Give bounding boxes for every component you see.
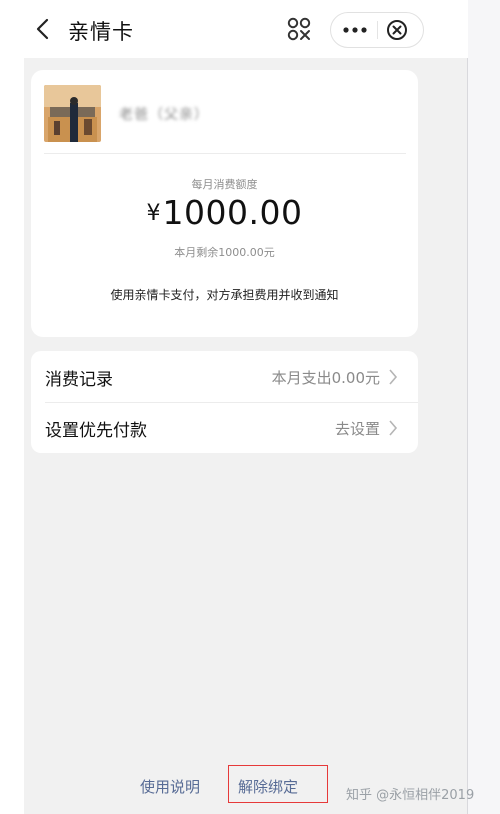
menu-item-priority-payment[interactable]: 设置优先付款 去设置 [31, 402, 418, 453]
back-button[interactable] [34, 18, 52, 40]
monthly-limit-label: 每月消费额度 [191, 178, 258, 191]
close-button[interactable] [386, 19, 408, 41]
amount-value: 1000.00 [162, 193, 303, 232]
more-button[interactable] [341, 22, 369, 38]
menu-item-value: 本月支出0.00元 [271, 369, 380, 387]
card-divider [44, 153, 406, 154]
settings-menu: 消费记录 本月支出0.00元 设置优先付款 去设置 [31, 351, 418, 453]
family-card-panel: 老爸（父亲） 每月消费额度 ¥1000.00 本月剩余1000.00元 使用亲情… [31, 70, 418, 337]
mini-program-capsule [330, 12, 424, 48]
menu-item-label: 消费记录 [45, 370, 113, 390]
highlight-box [228, 765, 328, 803]
watermark: 知乎 @永恒相伴2019 [346, 788, 475, 803]
menu-item-label: 设置优先付款 [45, 421, 147, 441]
scan-button[interactable] [284, 14, 314, 44]
monthly-limit-amount: ¥1000.00 [31, 193, 418, 232]
left-margin-strip [0, 58, 24, 814]
usage-instructions-link[interactable]: 使用说明 [140, 776, 200, 797]
menu-item-spending-records[interactable]: 消费记录 本月支出0.00元 [31, 351, 418, 402]
more-dots-icon [343, 27, 367, 33]
chevron-left-icon [36, 18, 49, 40]
app-screen: 亲情卡 老爸（父亲） 每月消费额度 ¥1000.00 本月剩余1000.00元 … [0, 0, 500, 814]
nav-header: 亲情卡 [0, 0, 468, 58]
side-scrollbar-area [467, 0, 500, 814]
avatar [44, 85, 101, 142]
chevron-right-icon [389, 369, 398, 385]
capsule-divider [377, 21, 378, 39]
chevron-right-icon [389, 420, 398, 436]
menu-item-value: 去设置 [334, 420, 380, 438]
card-holder-name: 老爸（父亲） [119, 107, 209, 123]
close-circle-icon [387, 20, 407, 40]
payment-notice: 使用亲情卡支付，对方承担费用并收到通知 [110, 288, 339, 302]
scan-code-icon [287, 17, 311, 41]
currency-symbol: ¥ [146, 201, 161, 226]
remaining-amount: 本月剩余1000.00元 [174, 246, 275, 259]
page-title: 亲情卡 [68, 20, 134, 44]
